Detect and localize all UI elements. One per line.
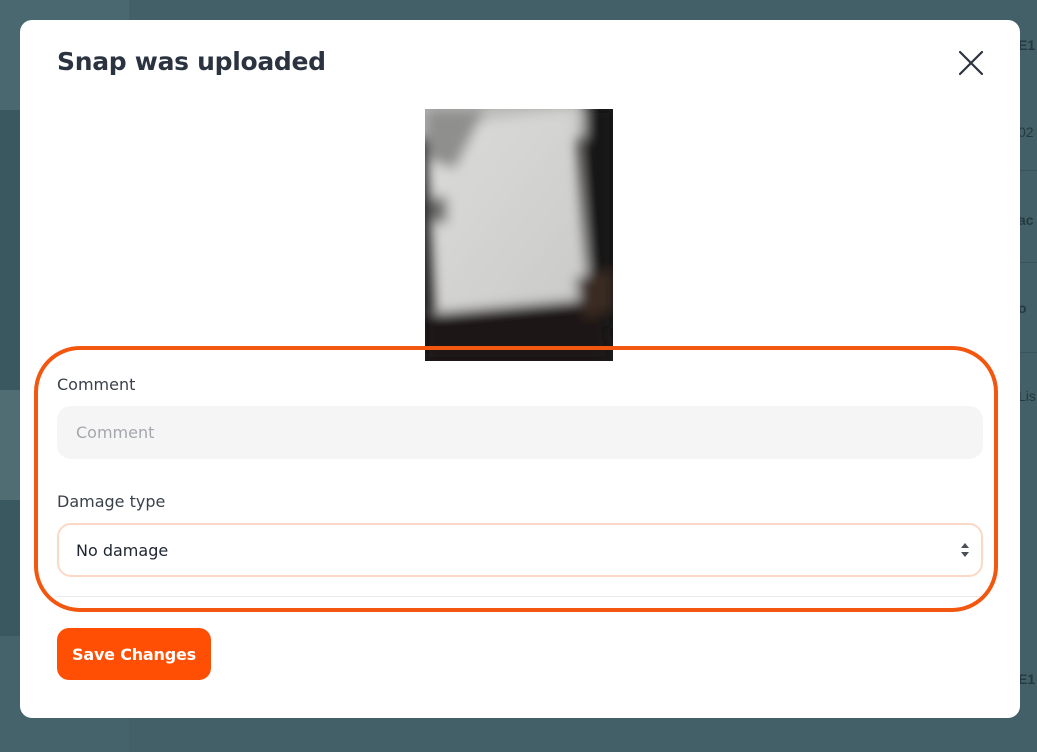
snap-photo [425,109,613,361]
snap-upload-modal: Snap was uploaded Comment Comment Damage… [20,20,1020,718]
background-text: 02 [1018,124,1034,140]
damage-type-label: Damage type [57,492,166,511]
background-text: E1 [1018,671,1036,687]
comment-label: Comment [57,375,136,394]
background-text: Lis [1018,388,1036,404]
background-text: ac [1018,212,1034,228]
snap-photo-image [425,109,613,361]
sort-arrows-icon [959,541,971,559]
background-text: E1 [1018,37,1036,53]
comment-input[interactable] [57,406,983,459]
damage-type-select[interactable]: No damage [57,523,983,577]
save-changes-button[interactable]: Save Changes [57,628,211,680]
close-icon [958,50,984,76]
close-button[interactable] [956,48,986,78]
damage-type-value: No damage [76,541,169,560]
modal-title: Snap was uploaded [57,47,326,76]
form-divider [57,596,983,597]
